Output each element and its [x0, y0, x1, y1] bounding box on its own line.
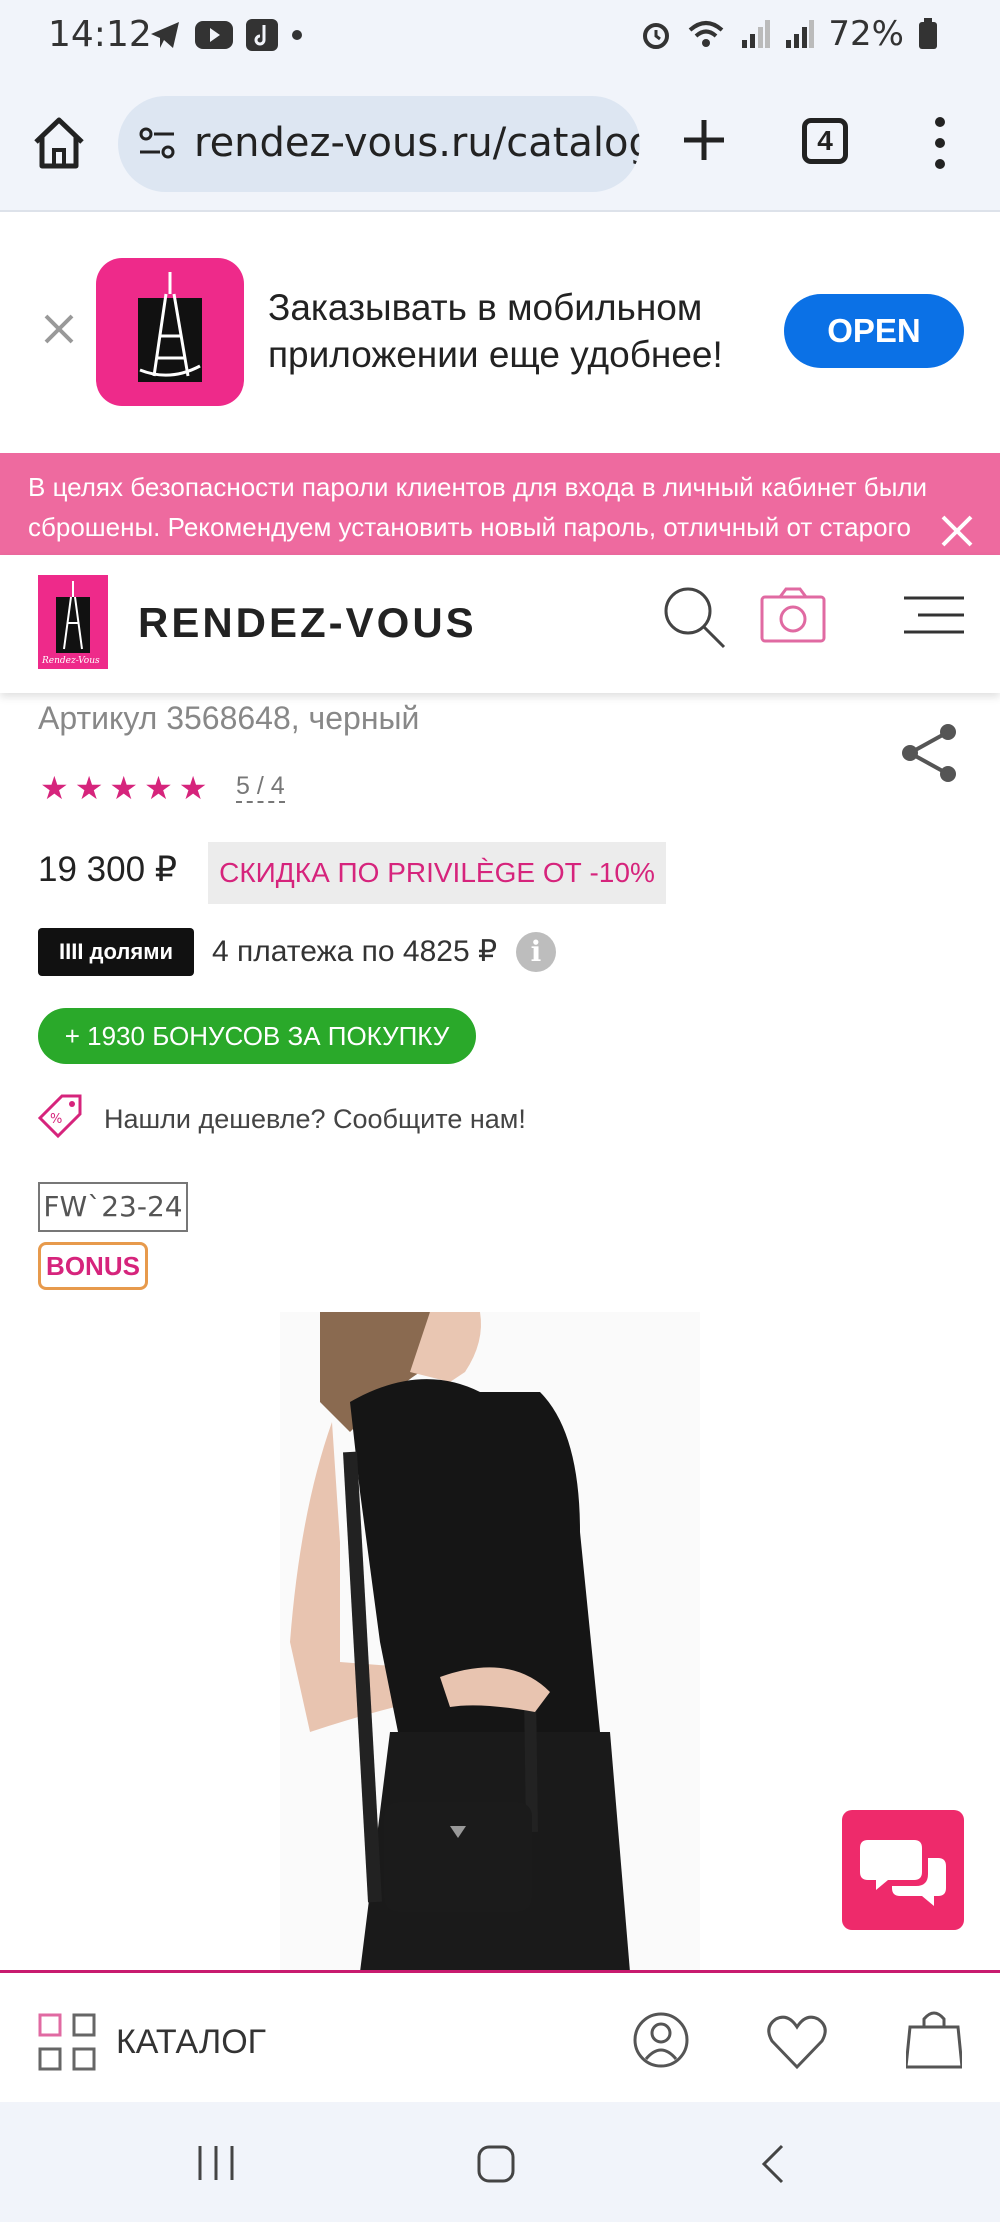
info-icon[interactable]: i — [516, 932, 556, 972]
svg-text:%: % — [50, 1112, 62, 1127]
wifi-icon — [689, 21, 724, 47]
tabs-count-button[interactable]: 4 — [802, 118, 848, 164]
close-icon[interactable] — [940, 514, 974, 548]
app-logo — [96, 258, 244, 406]
product-photo[interactable] — [280, 1312, 700, 1972]
app-promo-banner: Заказывать в мобильном приложении еще уд… — [0, 212, 1000, 452]
system-home-icon[interactable] — [476, 2144, 516, 2184]
youtube-icon — [195, 21, 233, 49]
product-article: Артикул 3568648, черный — [38, 700, 420, 736]
camera-icon[interactable] — [760, 587, 826, 643]
dolyami-logo: IIII долями — [38, 928, 194, 976]
battery-level: 72% — [828, 14, 904, 54]
site-header: Rendez-Vous RENDEZ-VOUS — [0, 555, 1000, 693]
chat-icon — [860, 1840, 946, 1906]
price-tag-icon: % — [37, 1094, 82, 1139]
new-tab-icon[interactable] — [678, 114, 730, 166]
open-app-button[interactable]: OPEN — [784, 294, 964, 368]
found-cheaper-link[interactable]: Нашли дешевле? Сообщите нам! — [104, 1104, 526, 1135]
url-bar[interactable]: rendez-vous.ru/catalog — [118, 96, 640, 192]
notice-text: В целях безопасности пароли клиентов для… — [28, 472, 928, 542]
catalog-grid-icon[interactable] — [38, 2013, 96, 2071]
star-icon: ★ — [144, 770, 173, 806]
signal-icon — [742, 20, 771, 48]
home-icon[interactable] — [30, 114, 88, 172]
security-notice: В целях безопасности пароли клиентов для… — [0, 453, 1000, 555]
status-time: 14:12 — [48, 14, 152, 55]
star-icon: ★ — [74, 770, 104, 806]
bonus-points-button[interactable]: + 1930 БОНУСОВ ЗА ПОКУПКУ — [38, 1008, 476, 1064]
share-icon[interactable] — [900, 722, 960, 784]
site-logo[interactable]: Rendez-Vous — [38, 575, 108, 669]
star-icon: ★ — [40, 770, 69, 806]
site-logo-text[interactable]: RENDEZ-VOUS — [138, 599, 477, 647]
system-navigation-bar — [0, 2102, 1000, 2222]
installments-text: 4 платежа по 4825 ₽ — [212, 935, 498, 968]
favorites-heart-icon[interactable] — [766, 2013, 828, 2071]
status-app-icons — [148, 18, 304, 52]
more-menu-icon[interactable] — [930, 114, 950, 172]
rating-link[interactable]: 5 / 4 — [236, 772, 285, 803]
catalog-label[interactable]: КАТАЛОГ — [116, 2023, 266, 2062]
site-settings-icon[interactable] — [136, 122, 178, 164]
signal-icon — [786, 20, 815, 48]
status-bar: 14:12 72% — [0, 0, 1000, 74]
battery-icon — [919, 18, 937, 49]
telegram-icon — [151, 22, 179, 48]
logo-mark: Rendez-Vous — [41, 656, 100, 666]
tiktok-icon — [246, 19, 278, 51]
star-icon: ★ — [178, 770, 208, 806]
alarm-icon — [643, 23, 670, 49]
close-icon[interactable] — [42, 312, 76, 346]
user-profile-icon[interactable] — [632, 2011, 690, 2069]
recent-apps-icon[interactable] — [196, 2144, 236, 2182]
shopping-bag-icon[interactable] — [906, 2007, 962, 2069]
promo-text: Заказывать в мобильном приложении еще уд… — [268, 287, 723, 375]
browser-toolbar: rendez-vous.ru/catalog 4 — [0, 74, 1000, 212]
bottom-navigation: КАТАЛОГ — [0, 1970, 1000, 2102]
status-right: 72% — [640, 14, 938, 54]
season-tag: FW`23-24 — [38, 1182, 188, 1232]
back-icon[interactable] — [760, 2144, 786, 2184]
star-icon: ★ — [109, 770, 139, 806]
privilege-discount-badge[interactable]: СКИДКА ПО PRIVILÈGE ОТ -10% — [208, 842, 666, 904]
url-text[interactable]: rendez-vous.ru/catalog — [194, 120, 640, 166]
dot-icon — [292, 30, 302, 40]
product-price: 19 300 ₽ — [38, 850, 178, 889]
chat-button[interactable] — [842, 1810, 964, 1930]
search-icon[interactable] — [662, 585, 726, 651]
bonus-badge: BONUS — [38, 1242, 148, 1290]
hamburger-menu-icon[interactable] — [904, 595, 964, 635]
rating-stars: ★ ★ ★ ★ ★ — [40, 770, 207, 806]
